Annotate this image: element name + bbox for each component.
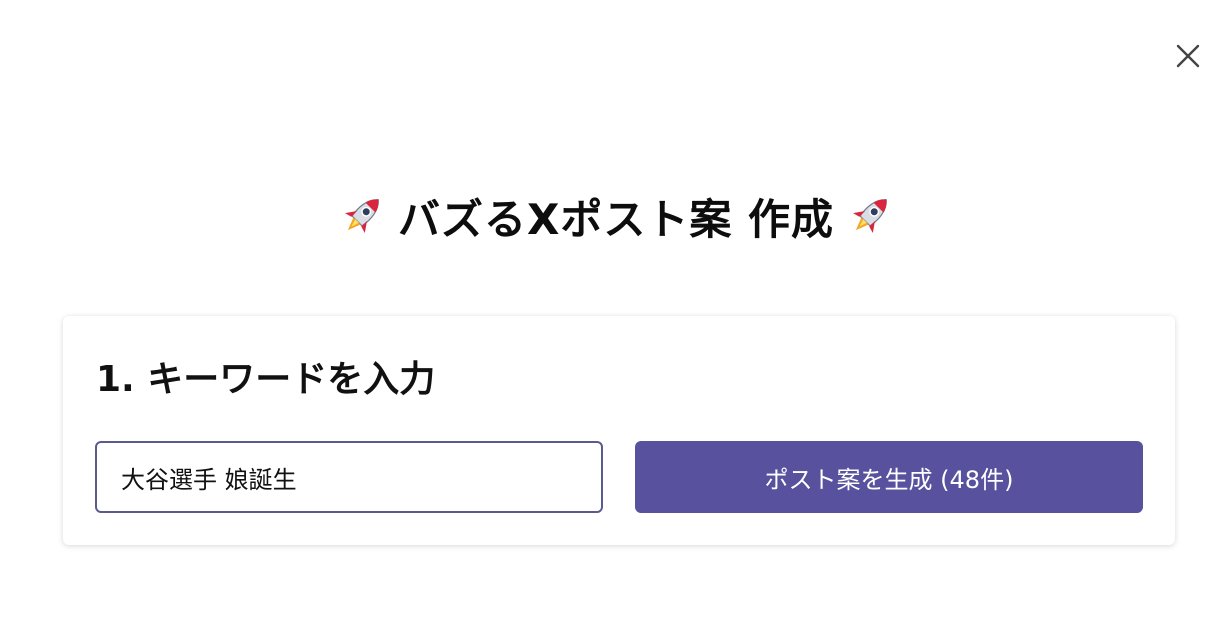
generate-button[interactable]: ポスト案を生成 (48件) [635, 441, 1143, 513]
keyword-card: 1. キーワードを入力 ポスト案を生成 (48件) [63, 316, 1175, 545]
section-heading: 1. キーワードを入力 [96, 359, 436, 400]
rocket-icon [345, 199, 379, 233]
close-icon[interactable] [1174, 42, 1202, 70]
title-text: バズるXポスト案 作成 [397, 194, 834, 244]
keyword-input[interactable] [95, 441, 603, 513]
modal-dialog: バズるXポスト案 作成 1. キーワードを入力 ポスト案を生成 (48件) [0, 0, 1232, 634]
rocket-icon [853, 199, 887, 233]
close-button[interactable] [1172, 40, 1204, 72]
page-title: バズるXポスト案 作成 [0, 186, 1232, 246]
